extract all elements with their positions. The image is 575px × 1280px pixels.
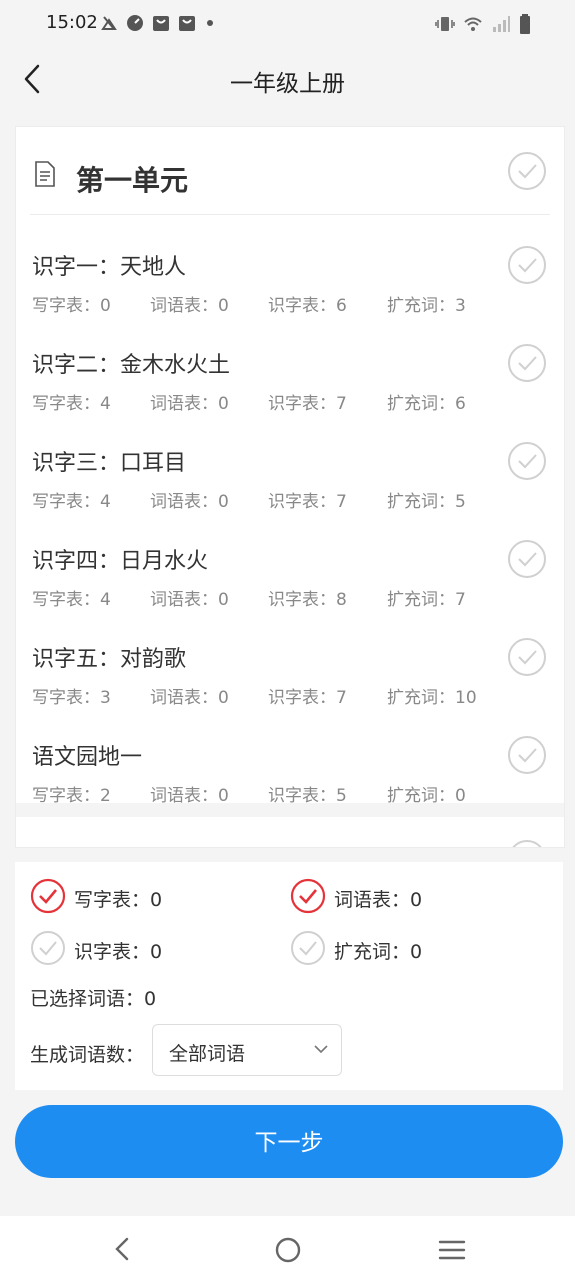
stat-recognize: 识字表：8: [268, 590, 347, 610]
status-time: 15:02: [46, 12, 98, 33]
system-home-icon[interactable]: [274, 1236, 302, 1264]
lesson-check-icon[interactable]: [507, 343, 547, 383]
unit-title: 第一单元: [76, 164, 189, 197]
lesson-check-icon[interactable]: [507, 539, 547, 579]
dot-icon: [207, 20, 213, 26]
stat-words: 词语表：0: [150, 394, 229, 414]
stat-extend: 扩充词：3: [387, 296, 466, 316]
option-label: 扩充词：0: [334, 941, 423, 963]
wifi-icon: [464, 17, 482, 31]
document-icon: [35, 161, 55, 187]
stat-write: 写字表：3: [32, 688, 111, 708]
stat-words: 词语表：0: [150, 492, 229, 512]
option-label: 识字表：0: [74, 941, 163, 963]
stat-write: 写字表：4: [32, 590, 111, 610]
stat-recognize: 识字表：7: [268, 394, 347, 414]
system-nav-bar: [0, 1216, 575, 1280]
divider: [30, 214, 550, 215]
unit-check-icon[interactable]: [507, 151, 547, 191]
stat-extend: 扩充词：10: [387, 688, 477, 708]
lesson-item[interactable]: 识字三：口耳目 写字表：4 词语表：0 识字表：7 扩充词：5: [16, 429, 564, 527]
lesson-check-icon[interactable]: [507, 245, 547, 285]
signal-icon: [493, 16, 510, 32]
lesson-title: 语文园地一: [32, 745, 143, 770]
system-back-icon[interactable]: [110, 1236, 134, 1262]
shopping-bag-icon: [153, 16, 169, 31]
option-label: 词语表：0: [334, 889, 423, 911]
page-title: 一年级上册: [230, 71, 345, 97]
unchecked-circle-icon: [291, 931, 325, 965]
lesson-title: 识字五：对韵歌: [32, 647, 187, 672]
chevron-down-icon: [314, 1045, 328, 1054]
option-recognize-table[interactable]: 识字表：0: [30, 928, 270, 968]
stat-recognize: 识字表：7: [268, 688, 347, 708]
stat-write: 写字表：4: [32, 394, 111, 414]
option-word-table[interactable]: 词语表：0: [290, 876, 530, 916]
checked-circle-icon: [290, 878, 326, 914]
lesson-item[interactable]: 识字四：日月水火 写字表：4 词语表：0 识字表：8 扩充词：7: [16, 527, 564, 625]
generate-count-label: 生成词语数：: [30, 1044, 145, 1066]
option-write-table[interactable]: 写字表：0: [30, 876, 270, 916]
stat-words: 词语表：0: [150, 688, 229, 708]
stat-write: 写字表：0: [32, 296, 111, 316]
stat-extend: 扩充词：7: [387, 590, 466, 610]
stat-extend: 扩充词：5: [387, 492, 466, 512]
status-bar: 15:02: [0, 0, 575, 48]
unit-header[interactable]: 第一单元: [16, 127, 564, 215]
lesson-item[interactable]: 识字五：对韵歌 写字表：3 词语表：0 识字表：7 扩充词：10: [16, 625, 564, 723]
battery-icon: [520, 14, 530, 34]
stat-words: 词语表：0: [150, 296, 229, 316]
stat-extend: 扩充词：6: [387, 394, 466, 414]
lesson-title: 识字二：金木水火土: [32, 353, 231, 378]
next-step-button[interactable]: 下一步: [15, 1105, 563, 1178]
section-gap: [16, 803, 564, 817]
stat-write: 写字表：4: [32, 492, 111, 512]
system-menu-icon[interactable]: [438, 1238, 466, 1262]
lesson-title: 识字一：天地人: [32, 255, 187, 280]
lesson-item[interactable]: 识字二：金木水火土 写字表：4 词语表：0 识字表：7 扩充词：6: [16, 331, 564, 429]
vibrate-icon: [435, 17, 455, 31]
selected-words-count: 已选择词语：0: [30, 988, 157, 1010]
options-panel: 写字表：0 词语表：0 识字表：0 扩充词：0 已选择词语：0 生成词语数： 全…: [15, 862, 563, 1090]
unit-card: 第一单元 识字一：天地人 写字表：0 词语表：0 识字表：6 扩充词：3 识字二…: [15, 126, 565, 848]
lesson-item[interactable]: 识字一：天地人 写字表：0 词语表：0 识字表：6 扩充词：3: [16, 233, 564, 331]
lesson-title: 识字四：日月水火: [32, 549, 209, 574]
option-label: 写字表：0: [74, 889, 163, 911]
lesson-check-icon[interactable]: [507, 441, 547, 481]
stat-recognize: 识字表：7: [268, 492, 347, 512]
muted-notification-icon: [101, 16, 117, 30]
stat-words: 词语表：0: [150, 590, 229, 610]
nav-bar: 一年级上册: [0, 48, 575, 110]
next-unit-check-icon[interactable]: [507, 839, 547, 848]
option-extend-words[interactable]: 扩充词：0: [290, 928, 530, 968]
select-value: 全部词语: [169, 1043, 246, 1065]
lesson-check-icon[interactable]: [507, 735, 547, 775]
checked-circle-icon: [30, 878, 66, 914]
generate-count-select[interactable]: 全部词语: [152, 1024, 342, 1076]
stat-recognize: 识字表：6: [268, 296, 347, 316]
lesson-check-icon[interactable]: [507, 637, 547, 677]
speedometer-icon: [127, 15, 143, 31]
unchecked-circle-icon: [31, 931, 65, 965]
lesson-title: 识字三：口耳目: [32, 451, 187, 476]
shopping-bag-icon: [179, 16, 195, 31]
